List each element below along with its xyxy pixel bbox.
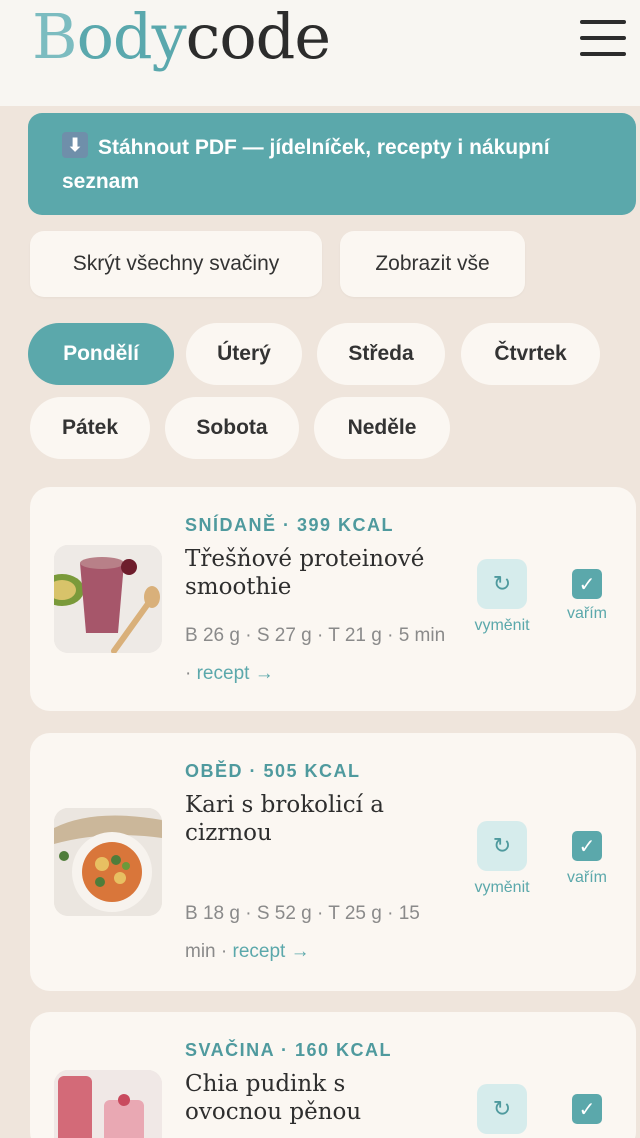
menu-line xyxy=(580,52,626,56)
meal-label: OBĚD · 505 KCAL xyxy=(185,761,361,781)
meal-card-breakfast: SNÍDANĚ · 399 KCAL Třešňové proteinové s… xyxy=(30,487,636,711)
meal-macros: B 18 g · S 52 g · T 25 g · 15 min · rece… xyxy=(185,895,455,971)
recipe-link[interactable]: recept → xyxy=(233,941,310,962)
meal-label: SVAČINA · 160 KCAL xyxy=(185,1040,393,1060)
meal-macros: B 26 g · S 27 g · T 21 g · 5 min · recep… xyxy=(185,617,455,693)
meal-label: SNÍDANĚ · 399 KCAL xyxy=(185,515,395,535)
day-tab-sunday[interactable]: Neděle xyxy=(314,397,450,459)
checkmark-icon: ✓ xyxy=(578,572,596,596)
menu-line xyxy=(580,36,626,40)
chia-pudding-image[interactable] xyxy=(54,1070,162,1138)
meal-title[interactable]: Kari s brokolicí a cizrnou xyxy=(185,791,435,847)
hide-snacks-button[interactable]: Skrýt všechny svačiny xyxy=(30,231,322,297)
smoothie-image[interactable] xyxy=(54,545,162,653)
bodycode-logo[interactable]: Bodycode xyxy=(32,0,331,73)
curry-illustration xyxy=(54,808,162,916)
logo-code: code xyxy=(185,0,331,73)
recipe-link[interactable]: recept → xyxy=(197,663,274,684)
download-pdf-text: Stáhnout PDF — jídelníček, recepty i nák… xyxy=(62,136,550,193)
refresh-icon: ↻ xyxy=(492,571,512,597)
menu-line xyxy=(580,20,626,24)
meal-card-lunch: OBĚD · 505 KCAL Kari s brokolicí a cizrn… xyxy=(30,733,636,991)
show-all-button[interactable]: Zobrazit vše xyxy=(340,231,525,297)
day-tab-monday[interactable]: Pondělí xyxy=(28,323,174,385)
refresh-icon: ↻ xyxy=(492,833,512,859)
smoothie-illustration xyxy=(54,545,162,653)
checkmark-icon: ✓ xyxy=(578,1097,596,1121)
day-tab-friday[interactable]: Pátek xyxy=(30,397,150,459)
cooking-checkbox[interactable]: ✓ xyxy=(572,831,602,861)
download-pdf-banner[interactable]: Stáhnout PDF — jídelníček, recepty i nák… xyxy=(28,113,636,215)
day-tab-thursday[interactable]: Čtvrtek xyxy=(461,323,600,385)
logo-letter-b: B xyxy=(32,0,78,73)
meal-card-snack: SVAČINA · 160 KCAL Chia pudink s ovocnou… xyxy=(30,1012,636,1138)
refresh-icon: ↻ xyxy=(492,1096,512,1122)
meal-title[interactable]: Třešňové proteinové smoothie xyxy=(185,545,435,601)
download-icon xyxy=(62,132,88,158)
swap-label[interactable]: vyměnit xyxy=(465,617,539,635)
meal-title[interactable]: Chia pudink s ovocnou pěnou xyxy=(185,1070,435,1126)
cooking-checkbox[interactable]: ✓ xyxy=(572,1094,602,1124)
day-tab-saturday[interactable]: Sobota xyxy=(165,397,299,459)
cooking-label: vařím xyxy=(567,869,607,886)
curry-image[interactable] xyxy=(54,808,162,916)
swap-button[interactable]: ↻ xyxy=(477,559,527,609)
day-tab-wednesday[interactable]: Středa xyxy=(317,323,445,385)
swap-label[interactable]: vyměnit xyxy=(465,879,539,897)
cooking-checkbox[interactable]: ✓ xyxy=(572,569,602,599)
hamburger-icon[interactable] xyxy=(580,20,626,56)
day-tab-tuesday[interactable]: Úterý xyxy=(186,323,302,385)
site-header: Bodycode xyxy=(0,0,640,106)
cooking-label: vařím xyxy=(567,605,607,622)
checkmark-icon: ✓ xyxy=(578,834,596,858)
swap-button[interactable]: ↻ xyxy=(477,821,527,871)
swap-button[interactable]: ↻ xyxy=(477,1084,527,1134)
chia-pudding-illustration xyxy=(54,1070,162,1138)
logo-ody: ody xyxy=(76,0,187,73)
